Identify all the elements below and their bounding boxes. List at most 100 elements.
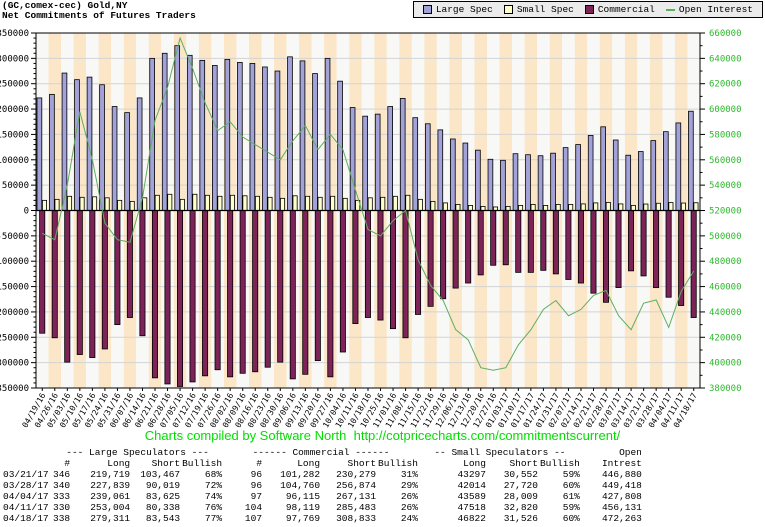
bar-small-spec (694, 203, 698, 211)
table-cell: 60% (539, 480, 581, 491)
cot-data-table: --- Large Speculators --------- Commerci… (2, 447, 643, 524)
table-cell: 346 (52, 469, 71, 480)
bar-large-spec (175, 46, 180, 211)
bar-large-spec (37, 98, 42, 211)
bar-commercial (90, 211, 95, 358)
table-cell: 83,625 (131, 491, 181, 502)
bar-small-spec (606, 202, 610, 210)
bar-small-spec (393, 196, 397, 210)
left-axis-label: -150000 (0, 283, 29, 293)
bar-large-spec (300, 61, 305, 211)
bar-large-spec (313, 74, 318, 211)
table-header-cell: -- Small Speculators -- (419, 447, 581, 458)
bar-small-spec (681, 203, 685, 210)
bar-large-spec (463, 143, 468, 210)
bar-large-spec (613, 140, 618, 210)
table-cell: 104 (223, 502, 263, 513)
bar-small-spec (456, 204, 460, 210)
table-cell: 446,880 (581, 469, 643, 480)
bar-commercial (340, 211, 345, 352)
bar-small-spec (42, 200, 46, 210)
bar-commercial (441, 211, 446, 299)
bar-large-spec (250, 63, 255, 210)
bar-small-spec (431, 201, 435, 210)
table-cell: 104,760 (263, 480, 321, 491)
table-cell: 28,009 (487, 491, 539, 502)
bar-small-spec (105, 198, 109, 211)
right-axis-label: 540000 (709, 181, 742, 191)
bar-large-spec (375, 114, 380, 210)
bar-large-spec (676, 123, 681, 211)
bar-commercial (190, 211, 195, 382)
table-cell: 31,526 (487, 513, 539, 524)
table-row: 04/11/17330253,00480,33876%10498,119285,… (2, 502, 643, 513)
left-axis-label: 50000 (2, 181, 29, 191)
bar-large-spec (438, 130, 443, 211)
table-cell: 59% (539, 502, 581, 513)
table-cell: 42014 (419, 480, 487, 491)
table-header-cell: Bullish (539, 458, 581, 469)
bar-commercial (478, 211, 483, 275)
bar-large-spec (288, 57, 293, 211)
bar-small-spec (318, 197, 322, 210)
table-header-cell: Bullish (377, 458, 419, 469)
cot-report-page: (GC,comex-cec) Gold,NY Net Commitments o… (0, 0, 765, 527)
bar-small-spec (581, 204, 585, 211)
bar-small-spec (556, 204, 560, 210)
bar-large-spec (125, 113, 130, 211)
table-cell: 59% (539, 469, 581, 480)
table-cell: 03/28/17 (2, 480, 52, 491)
bar-large-spec (237, 62, 242, 210)
bar-small-spec (143, 198, 147, 211)
bar-small-spec (443, 203, 447, 211)
bar-commercial (228, 211, 233, 377)
bar-large-spec (187, 55, 192, 210)
table-cell: 456,131 (581, 502, 643, 513)
bar-small-spec (243, 196, 247, 211)
table-cell: 83,543 (131, 513, 181, 524)
right-axis-label: 640000 (709, 54, 742, 64)
table-cell: 80,338 (131, 502, 181, 513)
bar-large-spec (538, 156, 543, 211)
bar-small-spec (130, 201, 134, 210)
table-header-cell: Short (321, 458, 377, 469)
bar-small-spec (268, 197, 272, 210)
source-note: Charts compiled by Software North http:/… (0, 428, 765, 443)
table-cell: 472,263 (581, 513, 643, 524)
table-cell: 96 (223, 480, 263, 491)
bar-commercial (65, 211, 70, 363)
bar-large-spec (137, 98, 142, 211)
bar-commercial (541, 211, 546, 271)
bar-commercial (591, 211, 596, 294)
bar-large-spec (400, 98, 405, 210)
bar-large-spec (263, 67, 268, 211)
bar-large-spec (325, 58, 330, 210)
table-cell: 26% (377, 502, 419, 513)
table-header-cell (2, 447, 52, 458)
table-cell: 253,004 (71, 502, 131, 513)
bar-small-spec (343, 198, 347, 210)
bar-commercial (52, 211, 57, 338)
table-row: 03/28/17340227,83990,01972%96104,760256,… (2, 480, 643, 491)
bar-small-spec (118, 200, 122, 210)
left-axis-label: 100000 (0, 156, 29, 166)
bar-large-spec (501, 160, 506, 210)
bar-small-spec (619, 204, 623, 211)
bar-commercial (666, 211, 671, 298)
table-row: 03/21/17346219,719103,46768%96101,282230… (2, 469, 643, 480)
bar-commercial (177, 211, 182, 387)
table-cell: 30,552 (487, 469, 539, 480)
bar-commercial (40, 211, 45, 334)
table-cell: 43297 (419, 469, 487, 480)
bar-small-spec (569, 204, 573, 210)
bar-small-spec (506, 206, 510, 210)
bar-small-spec (406, 195, 410, 210)
bar-small-spec (481, 206, 485, 210)
bar-small-spec (168, 194, 172, 210)
bar-commercial (265, 211, 270, 368)
table-cell: 74% (181, 491, 223, 502)
right-axis-label: 620000 (709, 80, 742, 90)
bar-commercial (77, 211, 82, 355)
bar-commercial (566, 211, 571, 280)
table-cell: 90,019 (131, 480, 181, 491)
